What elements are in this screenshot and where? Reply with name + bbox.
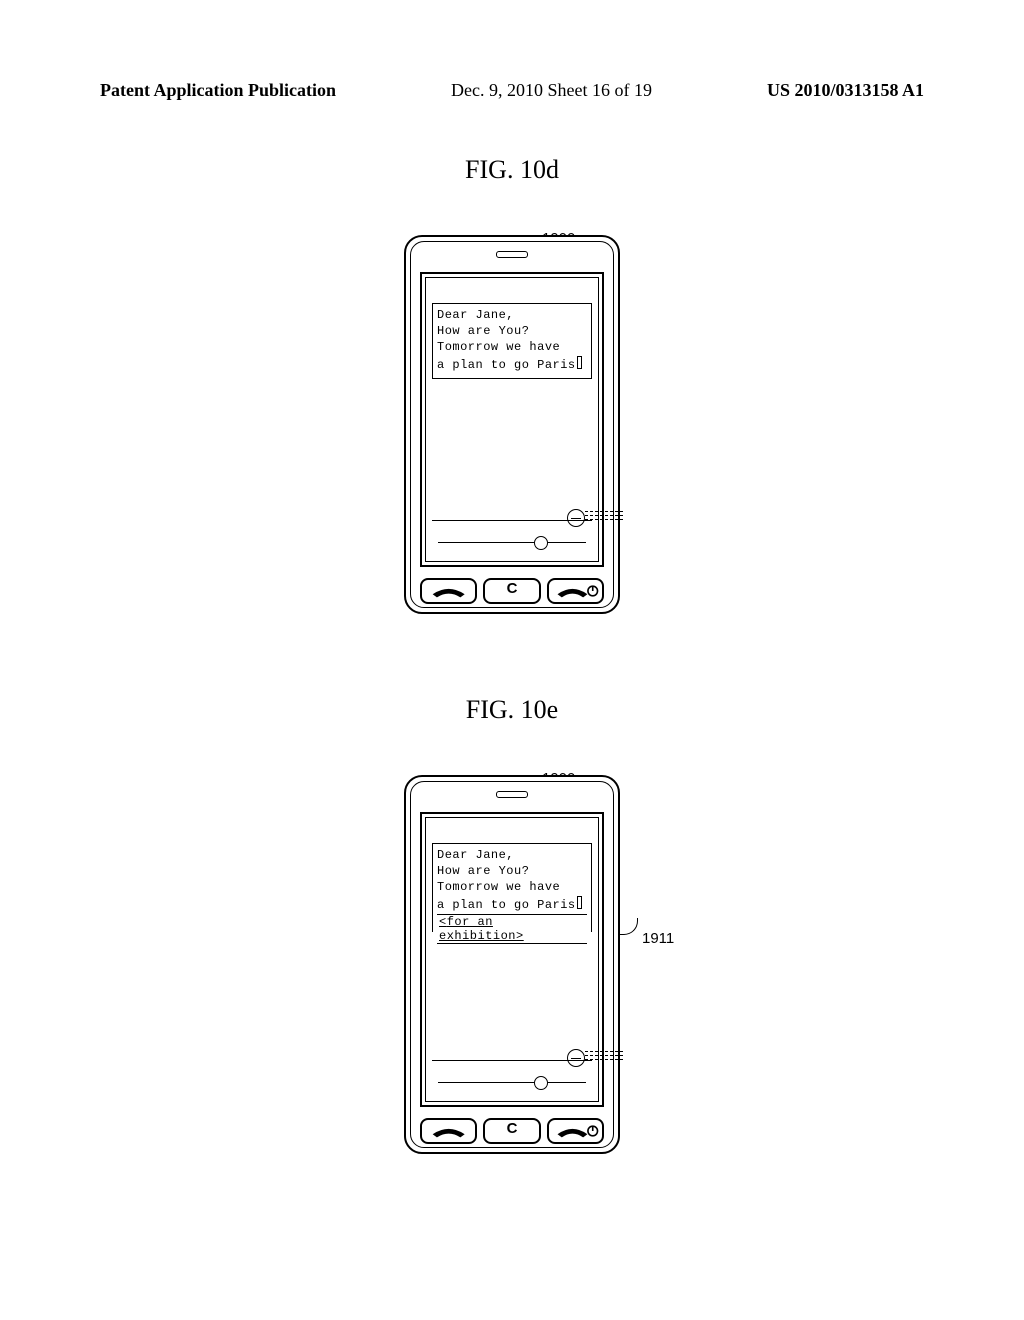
- figure-10e-label: FIG. 10e: [0, 695, 1024, 725]
- header-center: Dec. 9, 2010 Sheet 16 of 19: [451, 80, 652, 101]
- suggested-text-line[interactable]: <for an exhibition>: [437, 914, 587, 944]
- slider-thumb[interactable]: [534, 1076, 548, 1090]
- clear-label: C: [507, 580, 518, 597]
- message-text-area[interactable]: Dear Jane, How are You? Tomorrow we have…: [432, 303, 592, 379]
- end-button[interactable]: [547, 1118, 604, 1144]
- speaker-icon: [496, 791, 528, 798]
- msg-line-3: Tomorrow we have: [437, 339, 587, 355]
- handset-icon: [422, 580, 475, 602]
- handset-icon: [422, 1120, 475, 1142]
- end-button[interactable]: [547, 578, 604, 604]
- separator-line: [432, 1060, 592, 1061]
- speaker-icon: [496, 251, 528, 258]
- phone-device: Dear Jane, How are You? Tomorrow we have…: [404, 775, 620, 1154]
- handset-power-icon: [549, 1120, 602, 1142]
- call-button[interactable]: [420, 1118, 477, 1144]
- figure-10e: 1900 1911 Dear Jane, How are You? Tomorr…: [0, 755, 1024, 1154]
- header-right: US 2010/0313158 A1: [767, 80, 924, 101]
- msg-line-2: How are You?: [437, 323, 587, 339]
- msg-line-1: Dear Jane,: [437, 847, 587, 863]
- call-button[interactable]: [420, 578, 477, 604]
- msg-line-4: a plan to go Paris: [437, 356, 587, 373]
- clear-button[interactable]: C: [483, 578, 540, 604]
- slider-track[interactable]: [438, 1082, 586, 1083]
- figure-10d: 1900 Dear Jane, How are You? Tomorrow we…: [0, 215, 1024, 614]
- slider-thumb[interactable]: [534, 536, 548, 550]
- text-cursor-icon: [577, 896, 582, 909]
- separator-line: [432, 520, 592, 521]
- phone-device: Dear Jane, How are You? Tomorrow we have…: [404, 235, 620, 614]
- phone-screen: Dear Jane, How are You? Tomorrow we have…: [420, 812, 604, 1107]
- msg-line-3: Tomorrow we have: [437, 879, 587, 895]
- msg-line-2: How are You?: [437, 863, 587, 879]
- handset-power-icon: [549, 580, 602, 602]
- msg-line-4: a plan to go Paris: [437, 896, 587, 913]
- clear-label: C: [507, 1120, 518, 1137]
- hardware-buttons: C: [420, 578, 604, 602]
- message-text-area[interactable]: Dear Jane, How are You? Tomorrow we have…: [432, 843, 592, 932]
- page-header: Patent Application Publication Dec. 9, 2…: [0, 80, 1024, 101]
- clear-button[interactable]: C: [483, 1118, 540, 1144]
- text-cursor-icon: [577, 356, 582, 369]
- slider-track[interactable]: [438, 542, 586, 543]
- figure-10d-label: FIG. 10d: [0, 155, 1024, 185]
- hardware-buttons: C: [420, 1118, 604, 1142]
- ref-1911: 1911: [642, 930, 674, 947]
- header-left: Patent Application Publication: [100, 80, 336, 101]
- phone-screen: Dear Jane, How are You? Tomorrow we have…: [420, 272, 604, 567]
- msg-line-1: Dear Jane,: [437, 307, 587, 323]
